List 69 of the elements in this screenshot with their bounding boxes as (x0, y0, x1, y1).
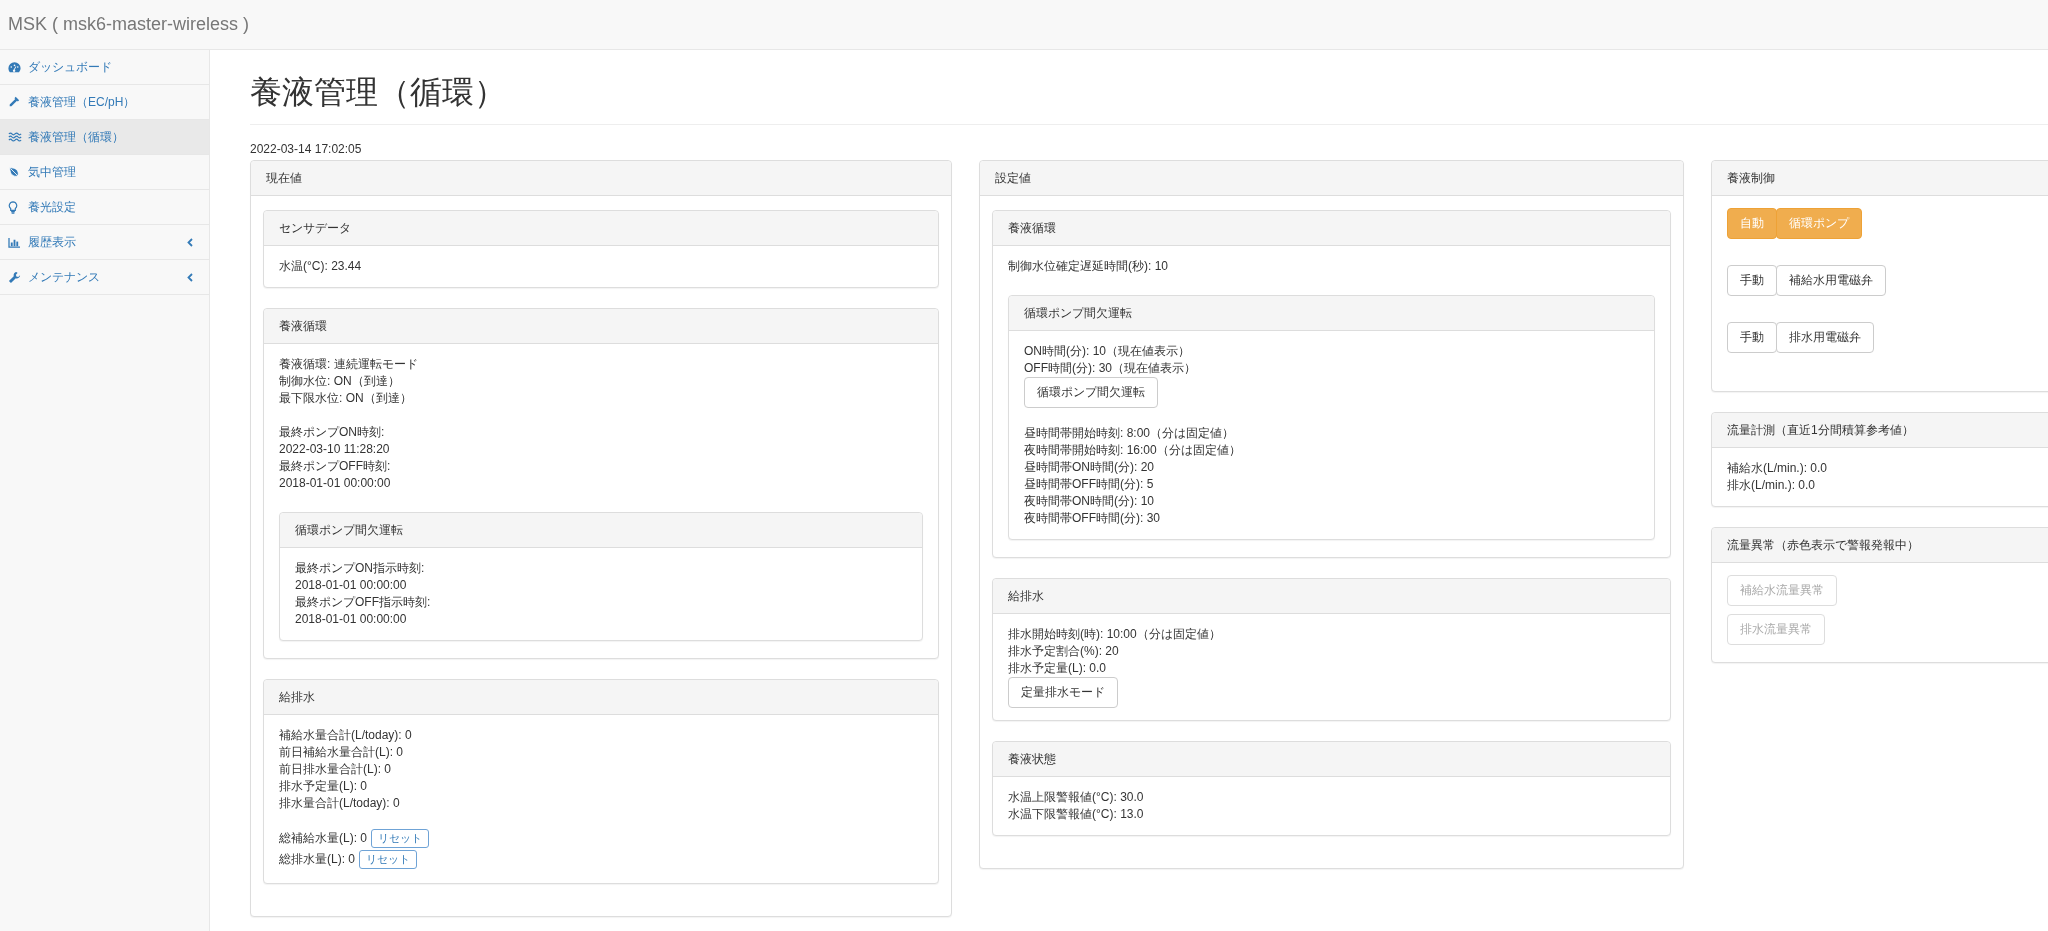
text-line: 補給水(L/min.): 0.0 (1727, 460, 1829, 477)
mode-button[interactable]: 補給水用電磁弁 (1776, 265, 1886, 296)
panel-heading: 養液循環 (1008, 220, 1056, 237)
panel-heading: 給排水 (279, 689, 315, 706)
text-line: 排水予定割合(%): 20 (1008, 643, 1120, 660)
text-line: 夜時間帯開始時刻: 16:00（分は固定値） (1024, 442, 1242, 459)
panel-heading: 循環ポンプ間欠運転 (295, 522, 403, 539)
text-line: 排水量合計(L/today): 0 (279, 795, 401, 812)
text-line: 2022-03-10 11:28:20 (279, 441, 391, 458)
reset-button[interactable]: リセット (359, 850, 417, 869)
panel-heading: 循環ポンプ間欠運転 (1024, 305, 1132, 322)
text-line: 2018-01-01 00:00:00 (295, 611, 408, 628)
mode-button[interactable]: 手動 (1727, 322, 1777, 353)
panel-heading: 設定値 (995, 170, 1031, 187)
text-line: 夜時間帯OFF時間(分): 30 (1024, 510, 1161, 527)
text-line: OFF時間(分): 30（現在値表示） (1024, 360, 1197, 377)
dropper-icon (8, 96, 20, 108)
panel-heading: 流量計測（直近1分間積算参考値） (1727, 422, 1914, 439)
action-button[interactable]: 定量排水モード (1008, 677, 1118, 708)
panel-heading: 養液制御 (1727, 170, 1775, 187)
panel-heading: 養液循環 (279, 318, 327, 335)
text-line: 総排水量(L): 0 (279, 851, 355, 868)
text-line: 最下限水位: ON（到達） (279, 390, 413, 407)
sidebar-item[interactable]: 養液管理（循環） (0, 120, 209, 155)
panel-heading: 養液状態 (1008, 751, 1056, 768)
text-line: 水温下限警報値(°C): 13.0 (1008, 806, 1145, 823)
panel-heading: 現在値 (266, 170, 302, 187)
waves-icon (8, 132, 22, 142)
text-line: 2018-01-01 00:00:00 (279, 475, 392, 492)
text-line: 前日排水量合計(L): 0 (279, 761, 392, 778)
panel-heading: 給排水 (1008, 588, 1044, 605)
wrench-icon (8, 270, 21, 284)
text-line: ON時間(分): 10（現在値表示） (1024, 343, 1191, 360)
alarm-indicator[interactable]: 補給水流量異常 (1727, 575, 1837, 606)
text-line: 排水予定量(L): 0 (279, 778, 368, 795)
gauge-icon (8, 61, 21, 73)
text-line: 最終ポンプON時刻: (279, 424, 386, 441)
text-line: 最終ポンプOFF時刻: (279, 458, 392, 475)
text-line: 排水(L/min.): 0.0 (1727, 477, 1817, 494)
action-button[interactable]: 循環ポンプ間欠運転 (1024, 377, 1158, 408)
text-line: 排水予定量(L): 0.0 (1008, 660, 1107, 677)
panel-heading: センサデータ (279, 220, 351, 237)
text-line: 最終ポンプON指示時刻: (295, 560, 426, 577)
alarm-indicator[interactable]: 排水流量異常 (1727, 614, 1825, 645)
lightbulb-icon (8, 200, 18, 214)
brand-title[interactable]: MSK ( msk6-master-wireless ) (8, 11, 249, 38)
text-line: 総補給水量(L): 0 (279, 830, 367, 847)
mode-button[interactable]: 排水用電磁弁 (1776, 322, 1874, 353)
text-line: 補給水量合計(L/today): 0 (279, 727, 413, 744)
text-line: 2018-01-01 00:00:00 (295, 577, 408, 594)
leaf-icon (8, 166, 20, 178)
text-line: 昼時間帯ON時間(分): 20 (1024, 459, 1155, 476)
mode-button[interactable]: 手動 (1727, 265, 1777, 296)
text-line: 夜時間帯ON時間(分): 10 (1024, 493, 1155, 510)
text-line: 最終ポンプOFF指示時刻: (295, 594, 432, 611)
timestamp: 2022-03-14 17:02:05 (250, 141, 363, 158)
panel-heading: 流量異常（赤色表示で警報発報中） (1727, 537, 1919, 554)
bar-chart-icon (8, 236, 21, 248)
text-line: 昼時間帯OFF時間(分): 5 (1024, 476, 1155, 493)
text-line: 養液循環: 連続運転モード (279, 356, 419, 373)
text-line: 水温上限警報値(°C): 30.0 (1008, 789, 1145, 806)
text-line: 制御水位: ON（到達） (279, 373, 401, 390)
text-line: 昼時間帯開始時刻: 8:00（分は固定値） (1024, 425, 1236, 442)
text-line: 制御水位確定遅延時間(秒): 10 (1008, 258, 1169, 275)
text-line: 前日補給水量合計(L): 0 (279, 744, 404, 761)
text-line: 水温(°C): 23.44 (279, 258, 363, 275)
text-line: 排水開始時刻(時): 10:00（分は固定値） (1008, 626, 1222, 643)
reset-button[interactable]: リセット (371, 829, 429, 848)
page-title: 養液管理（循環） (250, 73, 507, 112)
